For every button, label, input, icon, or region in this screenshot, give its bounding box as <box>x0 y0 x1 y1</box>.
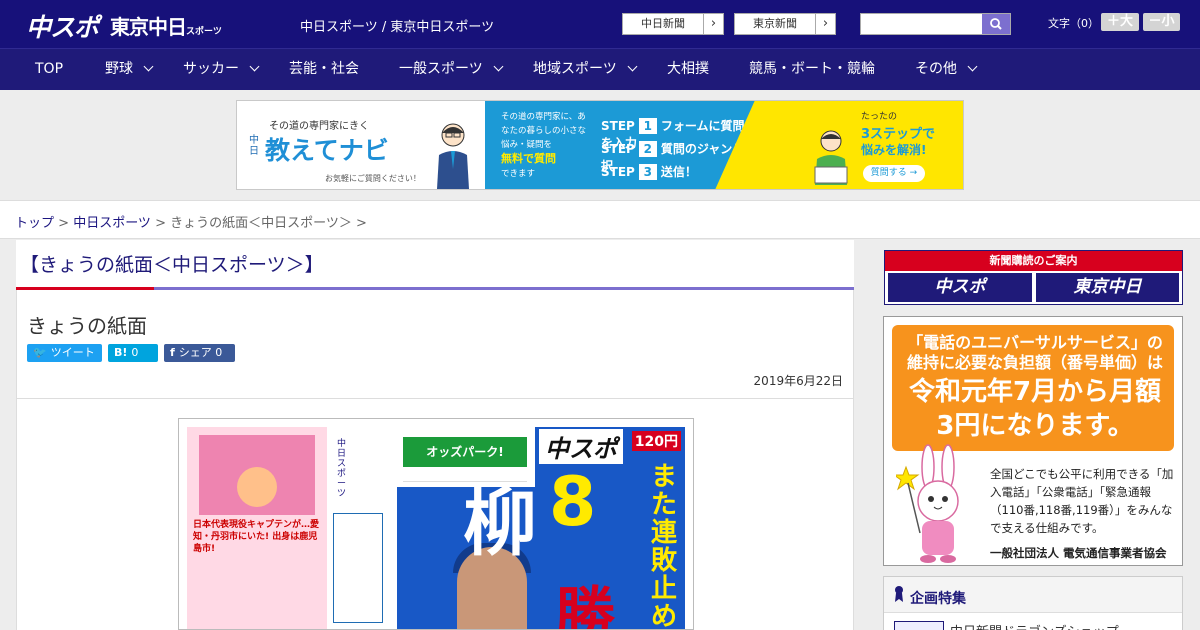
kikaku-header: 企画特集 <box>910 591 966 607</box>
rabbit-mascot-icon <box>896 444 959 563</box>
breadcrumb-section[interactable]: 中日スポーツ <box>73 216 151 231</box>
paper-column-text: 中日スポーツ <box>337 439 347 499</box>
page-title: 【きょうの紙面＜中日スポーツ＞】 <box>20 254 324 276</box>
kikaku-tokushu-box: 企画特集 中日新聞ドラゴンズショップ <box>883 576 1183 630</box>
universal-body: 全国どこでも公平に利用できる「加入電話」「公衆電話」「緊急通報（110番,118… <box>990 467 1174 535</box>
font-size-label: 文字（0） <box>1048 17 1099 30</box>
nav-item-keiba[interactable]: 競馬・ボート・競輪 <box>749 49 875 91</box>
article: きょうの紙面 🐦 ツイート B! 0 f シェア 0 2019年6月22日 日本代表現… <box>16 290 854 630</box>
breadcrumb: トップ > 中日スポーツ > きょうの紙面＜中日スポーツ＞ > <box>0 200 1200 239</box>
paper-headline-big: 柳 <box>463 480 537 566</box>
paper-headline-number: 8 <box>549 463 597 542</box>
article-title: きょうの紙面 <box>27 314 147 338</box>
chevron-down-icon <box>493 61 504 72</box>
paper-headline-win: 勝 <box>555 581 615 630</box>
chevron-right-icon: › <box>815 14 835 34</box>
expert-illustration-icon <box>437 123 469 189</box>
banner-right-sub: 悩みを解消! <box>861 143 927 157</box>
tweet-button[interactable]: 🐦 ツイート <box>27 344 102 362</box>
nav-item-soccer[interactable]: サッカー <box>183 49 260 91</box>
banner-title: 教えてナビ <box>265 136 389 165</box>
hatena-icon: B! <box>114 346 128 359</box>
font-smaller-button[interactable]: －小 <box>1143 13 1180 31</box>
kikaku-item-dragons-shop[interactable]: 中日新聞ドラゴンズショップ <box>950 621 1119 630</box>
subscription-box: 新聞購読のご案内 中スポ 東京中日 <box>884 250 1183 305</box>
article-date: 2019年6月22日 <box>753 374 843 388</box>
universal-service-ad[interactable]: 「電話のユニバーサルサービス」の維持に必要な負担額（番号単価）は 令和元年7月か… <box>883 316 1183 566</box>
chusupo-logo[interactable]: 中スポ <box>26 8 99 44</box>
subscribe-chusupo-button[interactable]: 中スポ <box>888 273 1032 302</box>
chunichi-link-label: 中日新聞 <box>641 17 685 30</box>
search-box <box>860 13 1011 35</box>
subscription-header: 新聞購読のご案内 <box>885 251 1182 271</box>
nav-item-entertainment[interactable]: 芸能・社会 <box>289 49 359 91</box>
banner-question-button[interactable]: 質問する → <box>863 165 925 182</box>
facebook-icon: f <box>170 346 175 359</box>
dragons-shop-thumbnail[interactable] <box>894 621 944 630</box>
font-bigger-button[interactable]: ＋大 <box>1101 13 1139 31</box>
chevron-down-icon <box>249 61 260 72</box>
search-icon <box>990 18 1002 30</box>
search-input[interactable] <box>861 14 982 34</box>
tokyo-chunichi-logo[interactable]: 東京中日スポーツ <box>110 11 222 40</box>
chevron-right-icon: › <box>703 14 723 34</box>
nav-item-other[interactable]: その他 <box>915 49 978 91</box>
page-heading: 【きょうの紙面＜中日スポーツ＞】 <box>16 240 854 290</box>
tokyo-shimbun-link[interactable]: 東京新聞 › <box>734 13 836 35</box>
universal-footer: 一般社団法人 電気通信事業者協会 <box>990 546 1167 560</box>
hatena-bookmark-button[interactable]: B! 0 <box>108 344 158 362</box>
banner-mid-text: その道の専門家に、あなたの暮らしの小さな悩み・疑問を 無料で質問 できます <box>501 112 587 179</box>
chevron-down-icon <box>967 61 978 72</box>
main-nav: TOP 野球 サッカー 芸能・社会 一般スポーツ 地域スポーツ 大相撲 競馬・ボ… <box>0 48 1200 90</box>
twitter-icon: 🐦 <box>33 346 47 359</box>
banner-right-small: たったの <box>861 112 898 122</box>
paper-logo: 中スポ <box>539 429 623 464</box>
banner-chunichi: 中日 <box>249 135 259 157</box>
breadcrumb-current: きょうの紙面＜中日スポーツ＞ > <box>170 216 367 231</box>
facebook-share-button[interactable]: f シェア 0 <box>164 344 235 362</box>
banner-free-question: 無料で質問 <box>501 152 556 165</box>
search-button[interactable] <box>982 14 1010 34</box>
chunichi-shimbun-link[interactable]: 中日新聞 › <box>622 13 724 35</box>
newspaper-front-page-image[interactable]: 日本代表現役キャプテンが…愛知・丹羽市にいた! 出身は鹿児島市! 中日スポーツ … <box>178 418 694 630</box>
nav-item-sumo[interactable]: 大相撲 <box>667 49 709 91</box>
paper-left-text: 日本代表現役キャプテンが…愛知・丹羽市にいた! 出身は鹿児島市! <box>193 520 320 554</box>
banner-right: たったの 3ステップで 悩みを解消! 質問する → <box>715 101 963 189</box>
site-header: 中スポ 東京中日スポーツ 中日スポーツ / 東京中日スポーツ 中日新聞 › 東京… <box>0 0 1200 48</box>
universal-price: 令和元年7月から月額3円になります。 <box>908 377 1162 441</box>
paper-price: 120円 <box>631 431 681 451</box>
breadcrumb-top[interactable]: トップ <box>15 216 54 231</box>
paper-headline-vertical: また連敗止め <box>651 462 678 630</box>
tokyo-link-label: 東京新聞 <box>753 17 797 30</box>
site-names: 中日スポーツ / 東京中日スポーツ <box>300 20 495 35</box>
laptop-person-icon <box>814 130 848 185</box>
banner-tagline: その道の専門家にきく <box>269 121 369 132</box>
nav-item-regional-sports[interactable]: 地域スポーツ <box>533 49 638 91</box>
subscribe-tokyo-chunichi-button[interactable]: 東京中日 <box>1036 273 1179 302</box>
nav-item-top[interactable]: TOP <box>35 49 63 91</box>
chevron-down-icon <box>143 61 154 72</box>
newspaper-front-page: 日本代表現役キャプテンが…愛知・丹羽市にいた! 出身は鹿児島市! 中日スポーツ … <box>187 427 685 630</box>
banner-note: お気軽にご質問ください！ <box>325 174 421 183</box>
breadcrumb-trail: トップ > 中日スポーツ > きょうの紙面＜中日スポーツ＞ > <box>15 216 367 231</box>
universal-headline: 「電話のユニバーサルサービス」の維持に必要な負担額（番号単価）は <box>906 333 1163 372</box>
nav-item-general-sports[interactable]: 一般スポーツ <box>399 49 504 91</box>
oshiete-navi-banner[interactable]: その道の専門家にきく 中日 教えてナビ お気軽にご質問ください！ その道の専門家… <box>236 100 964 190</box>
nav-item-baseball[interactable]: 野球 <box>105 49 154 91</box>
chevron-down-icon <box>627 61 638 72</box>
banner-step-3: STEP 3 送信！ <box>601 164 697 180</box>
banner-left: その道の専門家にきく 中日 教えてナビ お気軽にご質問ください！ <box>237 101 485 189</box>
ribbon-icon <box>895 586 903 602</box>
banner-right-big: 3ステップで <box>861 127 936 142</box>
